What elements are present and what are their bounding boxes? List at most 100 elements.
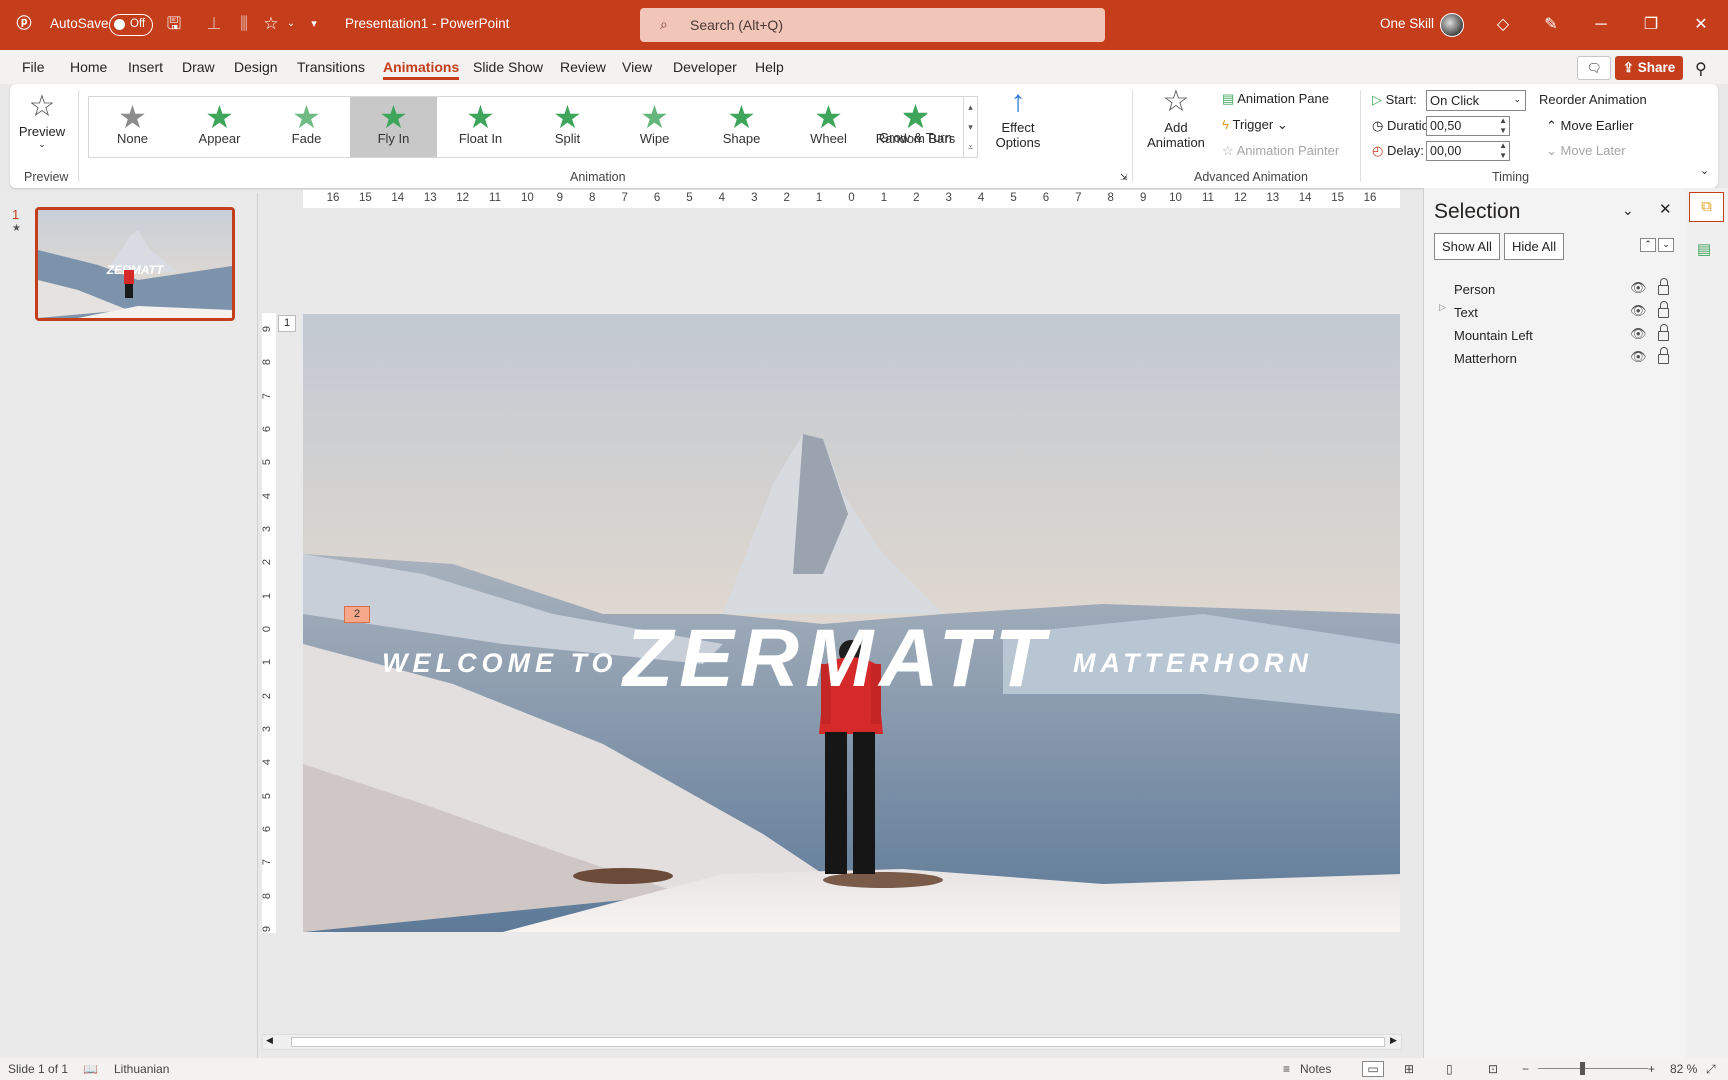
slide-canvas[interactable]: WELCOME TO ZERMATT MATTERHORN xyxy=(303,314,1400,932)
spinner-arrows-icon[interactable]: ▲ ▼ xyxy=(1499,141,1507,161)
minimize-icon[interactable]: ─ xyxy=(1588,12,1614,38)
tab-help[interactable]: Help xyxy=(755,59,784,75)
visibility-eye-icon[interactable]: 👁 xyxy=(1630,303,1647,319)
zoom-in-icon[interactable]: + xyxy=(1648,1062,1655,1076)
slide-welcome-text[interactable]: WELCOME TO xyxy=(382,648,618,679)
tab-review[interactable]: Review xyxy=(560,59,606,75)
tab-insert[interactable]: Insert xyxy=(128,59,163,75)
selection-item-person[interactable]: Person xyxy=(1454,282,1495,297)
bring-forward-icon[interactable]: ⌃ xyxy=(1640,238,1656,252)
animation-wheel[interactable]: ★ Wheel xyxy=(785,97,872,157)
hide-all-button[interactable]: Hide All xyxy=(1504,233,1565,260)
lock-icon[interactable] xyxy=(1658,347,1669,364)
scroll-down-icon[interactable]: ▾ xyxy=(964,117,977,137)
visibility-eye-icon[interactable]: 👁 xyxy=(1630,349,1647,365)
tab-animations[interactable]: Animations xyxy=(383,59,460,80)
slide-subtitle-text[interactable]: MATTERHORN xyxy=(1073,648,1313,679)
customize-toolbar-icon[interactable]: ▾ xyxy=(303,13,325,35)
chevron-down-icon[interactable]: ⌄ xyxy=(280,13,302,35)
slideshow-icon[interactable]: ⊡ xyxy=(1488,1062,1498,1076)
zoom-out-icon[interactable]: − xyxy=(1522,1062,1529,1076)
spellcheck-icon[interactable]: 📖 xyxy=(83,1062,98,1076)
favorite-star-icon[interactable]: ☆ xyxy=(260,13,282,35)
scroll-left-icon[interactable]: ◀ xyxy=(266,1035,273,1046)
close-pane-icon[interactable]: ✕ xyxy=(1659,200,1672,218)
distribute-icon[interactable]: ⫼ xyxy=(233,13,255,35)
expand-arrow-icon[interactable]: ▷ xyxy=(1439,302,1446,313)
tab-view[interactable]: View xyxy=(622,59,652,75)
lock-icon[interactable] xyxy=(1658,324,1669,341)
duration-spinner[interactable]: 00,50 ▲ ▼ xyxy=(1426,116,1510,136)
selection-item-matterhorn[interactable]: Matterhorn xyxy=(1454,351,1517,366)
effect-options-button[interactable]: ↑ Effect Options xyxy=(990,84,1046,164)
reading-view-icon[interactable]: ▯ xyxy=(1446,1062,1453,1076)
tab-draw[interactable]: Draw xyxy=(182,59,215,75)
fit-to-window-icon[interactable]: ⤢ xyxy=(1706,1062,1716,1077)
tab-transitions[interactable]: Transitions xyxy=(297,59,365,75)
animation-fade[interactable]: ★ Fade xyxy=(263,97,350,157)
lock-icon[interactable] xyxy=(1658,278,1669,295)
notes-button[interactable]: Notes xyxy=(1300,1062,1331,1076)
animation-appear[interactable]: ★ Appear xyxy=(176,97,263,157)
tab-file[interactable]: File xyxy=(22,59,45,75)
move-earlier-button[interactable]: ⌃ Move Earlier xyxy=(1546,118,1633,134)
share-button[interactable]: ⇪ Share xyxy=(1615,56,1683,80)
animation-none[interactable]: ★ None xyxy=(89,97,176,157)
show-all-button[interactable]: Show All xyxy=(1434,233,1500,260)
lock-icon[interactable] xyxy=(1658,301,1669,318)
tab-slide-show[interactable]: Slide Show xyxy=(473,59,543,75)
animation-shape[interactable]: ★ Shape xyxy=(698,97,785,157)
autosave-toggle[interactable]: Off xyxy=(109,14,153,36)
pen-icon[interactable]: ✎ xyxy=(1538,12,1564,38)
align-icon[interactable]: ⊥ xyxy=(203,13,225,35)
slide-thumbnail[interactable]: ZERMATT xyxy=(35,207,235,321)
scroll-thumb[interactable] xyxy=(291,1037,1385,1047)
animation-wipe[interactable]: ★ Wipe xyxy=(611,97,698,157)
selection-item-text[interactable]: Text xyxy=(1454,305,1478,320)
spinner-arrows-icon[interactable]: ▲ ▼ xyxy=(1499,116,1507,136)
animation-split[interactable]: ★ Split xyxy=(524,97,611,157)
animation-pane-icon[interactable]: ▤ xyxy=(1697,240,1711,258)
restore-icon[interactable]: ❐ xyxy=(1638,12,1664,38)
normal-view-icon[interactable]: ▭ xyxy=(1362,1061,1384,1077)
pane-options-chevron-icon[interactable]: ⌄ xyxy=(1622,202,1634,219)
send-backward-icon[interactable]: ⌄ xyxy=(1658,238,1674,252)
scroll-right-icon[interactable]: ▶ xyxy=(1390,1035,1397,1046)
tab-developer[interactable]: Developer xyxy=(673,59,737,75)
selection-pane-icon[interactable]: ⧉ xyxy=(1689,192,1724,222)
preview-button[interactable]: ☆ Preview ⌄ xyxy=(16,90,68,160)
animation-painter-button[interactable]: ☆ Animation Painter xyxy=(1222,143,1339,159)
add-animation-button[interactable]: ☆ Add Animation xyxy=(1140,84,1212,164)
more-icon[interactable]: ⩡ xyxy=(964,137,977,157)
zoom-slider-thumb[interactable] xyxy=(1580,1062,1585,1075)
animation-float-in[interactable]: ★ Float In xyxy=(437,97,524,157)
close-icon[interactable]: ✕ xyxy=(1688,12,1714,38)
animation-grow-turn[interactable]: ★ Grow & Turn xyxy=(872,96,959,156)
visibility-eye-icon[interactable]: 👁 xyxy=(1630,280,1647,296)
designer-icon[interactable]: ⚲ xyxy=(1695,59,1707,79)
animation-pane-button[interactable]: ▤ Animation Pane xyxy=(1222,91,1329,107)
scroll-up-icon[interactable]: ▴ xyxy=(964,97,977,117)
horizontal-scrollbar[interactable]: ◀ ▶ xyxy=(262,1034,1402,1050)
slide-title-text[interactable]: ZERMATT xyxy=(623,612,1051,706)
tab-home[interactable]: Home xyxy=(70,59,107,75)
collapse-ribbon-icon[interactable]: ⌄ xyxy=(1700,164,1709,177)
search-box[interactable]: ⌕ xyxy=(640,8,1105,42)
zoom-level[interactable]: 82 % xyxy=(1670,1062,1697,1076)
dialog-launcher-icon[interactable]: ⇲ xyxy=(1120,172,1128,183)
comments-button[interactable]: 🗨 xyxy=(1577,56,1611,80)
zoom-slider-track[interactable] xyxy=(1538,1068,1648,1069)
move-later-button[interactable]: ⌄ Move Later xyxy=(1546,143,1626,159)
diamond-icon[interactable]: ◇ xyxy=(1490,12,1516,38)
start-dropdown[interactable]: On Click ⌄ xyxy=(1426,90,1526,111)
save-icon[interactable]: 🖫 xyxy=(163,13,185,35)
animation-order-tag[interactable]: 2 xyxy=(344,606,370,623)
visibility-eye-icon[interactable]: 👁 xyxy=(1630,326,1647,342)
search-input[interactable] xyxy=(690,15,1070,35)
avatar[interactable] xyxy=(1440,13,1464,37)
tab-design[interactable]: Design xyxy=(234,59,278,75)
language[interactable]: Lithuanian xyxy=(114,1062,169,1076)
delay-spinner[interactable]: 00,00 ▲ ▼ xyxy=(1426,141,1510,161)
selection-item-mountain-left[interactable]: Mountain Left xyxy=(1454,328,1533,343)
trigger-button[interactable]: ϟ Trigger ⌄ xyxy=(1222,117,1288,133)
